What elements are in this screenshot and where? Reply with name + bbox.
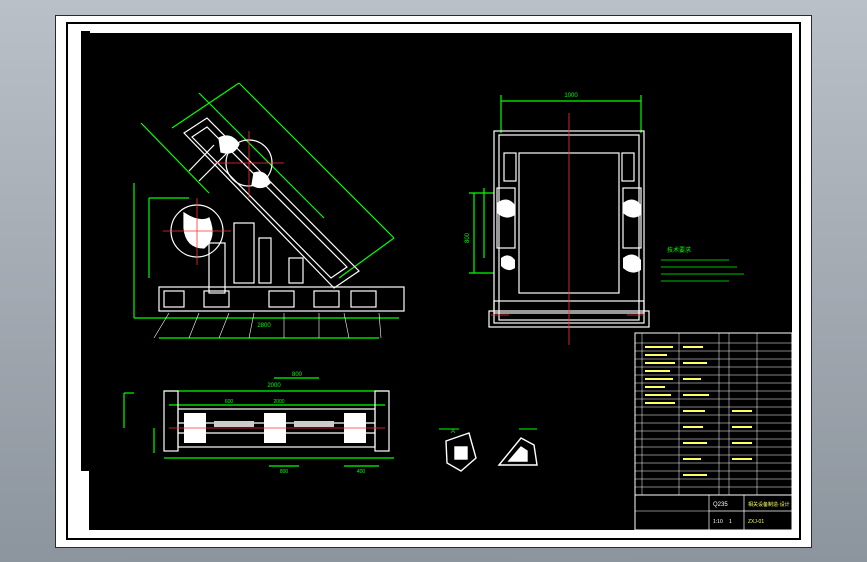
dim-bottom-b: 2000 (273, 399, 284, 405)
dim-bottom-side: 400 (357, 469, 366, 475)
technical-notes: 技术要求 (661, 246, 744, 282)
dim-bottom-total: 2800 (257, 323, 271, 329)
tech-notes-lines (661, 259, 744, 282)
front-dimensions (469, 95, 642, 274)
cad-canvas: 2800 1000 800 技术要求 2000 800 600 2000 800… (123, 82, 793, 531)
section-mark-a: A (451, 429, 455, 435)
section-detail-a (445, 432, 477, 472)
dim-bottom-a: 600 (225, 399, 234, 405)
plan-view: 2000 800 600 2000 800 400 (123, 372, 394, 475)
sheet-number: 1 (729, 519, 732, 525)
title-block: Q235 相关设备制造·设计 ZXJ-01 1:10 1 (634, 332, 793, 531)
dim-plan-span: 2000 (267, 383, 281, 389)
inclined-frame-outline (158, 117, 405, 312)
inclined-dimensions (133, 82, 399, 339)
material-label: Q235 (713, 502, 728, 508)
dim-bottom-mid: 800 (280, 469, 289, 475)
cad-viewport[interactable]: 2800 1000 800 技术要求 2000 800 600 2000 800… (89, 33, 793, 531)
section-details: A (439, 428, 538, 472)
inclined-support-view: 2800 (133, 82, 405, 339)
section-detail-b (497, 437, 538, 466)
dim-left-height: 800 (465, 232, 471, 243)
drawing-sheet: 2800 1000 800 技术要求 2000 800 600 2000 800… (55, 15, 812, 548)
drawing-scale: 1:10 (713, 519, 723, 525)
drawing-title: 相关设备制造·设计 (748, 501, 790, 508)
tech-notes-heading: 技术要求 (667, 246, 691, 254)
front-view: 1000 800 (465, 93, 650, 345)
drawing-number: ZXJ-01 (748, 519, 764, 525)
dim-plan-sub: 800 (292, 372, 303, 378)
front-centerlines (491, 113, 645, 345)
dim-top-width: 1000 (564, 93, 578, 99)
